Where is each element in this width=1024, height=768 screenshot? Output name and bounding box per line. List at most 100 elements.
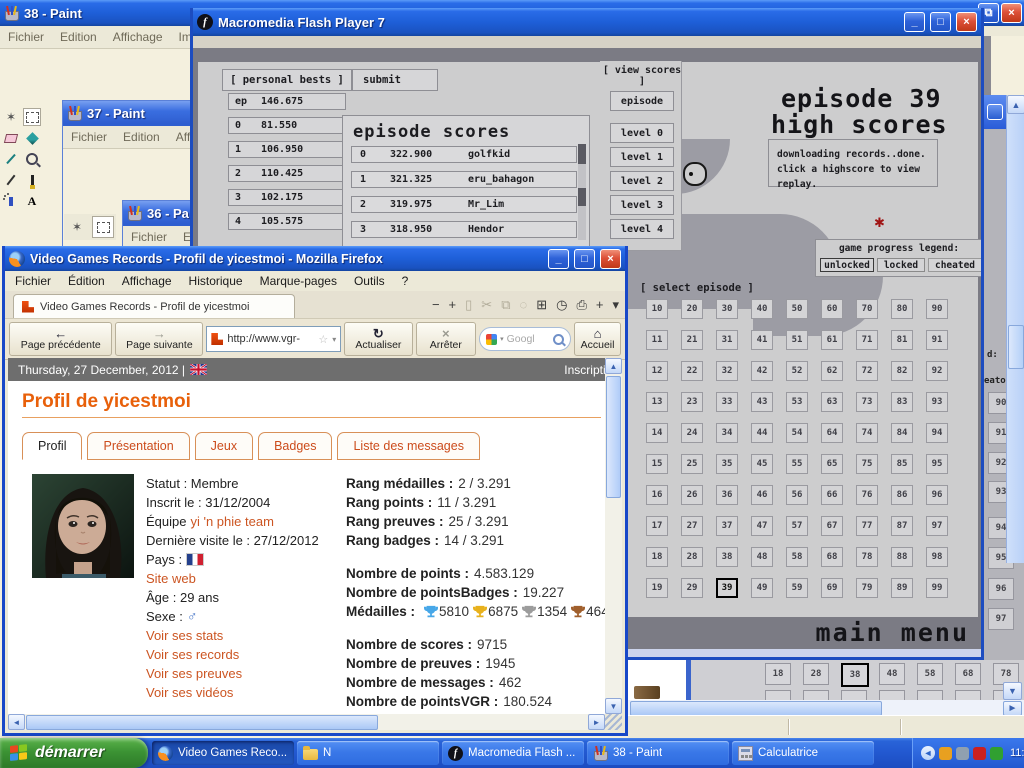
episode-button[interactable]: 68 xyxy=(955,663,981,685)
forward-button[interactable]: → Page suivante xyxy=(115,322,203,356)
episode-button[interactable]: 34 xyxy=(716,423,738,443)
episode-button[interactable]: 96 xyxy=(926,485,948,505)
scroll-down-icon[interactable]: ▼ xyxy=(1003,682,1022,700)
episode-button[interactable]: 38 xyxy=(841,663,869,687)
episode-button[interactable]: 26 xyxy=(681,485,703,505)
episode-button[interactable]: 86 xyxy=(891,485,913,505)
resize-grip[interactable] xyxy=(605,714,622,730)
menu-item[interactable]: ? xyxy=(402,274,409,288)
stop-button[interactable]: × Arrêter xyxy=(416,322,477,356)
taskbar-item-paint[interactable]: 38 - Paint xyxy=(587,741,729,765)
tray-icon[interactable] xyxy=(973,747,986,760)
menu-item[interactable]: Fichier xyxy=(8,30,44,44)
brush-icon[interactable] xyxy=(23,171,41,189)
episode-button[interactable]: 50 xyxy=(786,299,808,319)
menu-item[interactable]: Fichier xyxy=(71,130,107,144)
episode-button[interactable]: 80 xyxy=(891,299,913,319)
episode-button[interactable]: 20 xyxy=(681,299,703,319)
episode-button[interactable]: 39 xyxy=(716,578,738,598)
episode-button[interactable]: 38 xyxy=(716,547,738,567)
highscore-row[interactable]: 0322.900golfkid xyxy=(351,146,577,163)
url-bar[interactable]: http://www.vgr- ☆ ▾ xyxy=(206,326,341,352)
episode-button[interactable]: 59 xyxy=(786,578,808,598)
episode-button[interactable]: 97 xyxy=(988,608,1014,630)
bookmark-star-icon[interactable]: ☆ xyxy=(318,333,328,346)
highscore-row[interactable]: 3318.950Hendor xyxy=(351,221,577,238)
episode-button[interactable]: 45 xyxy=(751,454,773,474)
episode-button[interactable]: 44 xyxy=(751,423,773,443)
episode-button[interactable]: 81 xyxy=(891,330,913,350)
taskbar-item-flash[interactable]: fMacromedia Flash ... xyxy=(442,741,584,765)
episode-button[interactable]: 17 xyxy=(646,516,668,536)
episode-button[interactable]: 11 xyxy=(646,330,668,350)
episode-button[interactable]: 25 xyxy=(681,454,703,474)
episode-button[interactable]: 28 xyxy=(803,663,829,685)
taskbar-item-firefox[interactable]: Video Games Reco... xyxy=(152,741,294,765)
maximize-button[interactable]: □ xyxy=(930,12,951,32)
episode-button[interactable]: 93 xyxy=(926,392,948,412)
menu-item[interactable]: Edition xyxy=(60,30,97,44)
episode-button[interactable]: 97 xyxy=(926,516,948,536)
episode-button[interactable]: 41 xyxy=(751,330,773,350)
episode-button[interactable]: 30 xyxy=(716,299,738,319)
eraser-icon[interactable] xyxy=(2,129,20,147)
episode-button[interactable]: 62 xyxy=(821,361,843,381)
tray-icon[interactable] xyxy=(956,747,969,760)
tab-profil[interactable]: Profil xyxy=(22,432,82,460)
taskbar-item-calculator[interactable]: Calculatrice xyxy=(732,741,874,765)
view-scores-button[interactable]: level 0 xyxy=(610,123,674,143)
search-engine-dropdown-icon[interactable]: ▾ xyxy=(500,335,504,343)
episode-button[interactable]: 78 xyxy=(856,547,878,567)
horizontal-scrollbar[interactable]: ► xyxy=(628,700,1024,715)
episode-button[interactable]: 82 xyxy=(891,361,913,381)
print-icon[interactable]: ⎙ xyxy=(576,297,586,313)
view-scores-button[interactable]: level 3 xyxy=(610,195,674,215)
episode-button[interactable]: 55 xyxy=(786,454,808,474)
profile-link[interactable]: yi 'n phie team xyxy=(190,512,273,531)
episode-button[interactable]: 48 xyxy=(879,663,905,685)
episode-button[interactable]: 16 xyxy=(646,485,668,505)
browser-tab[interactable]: Video Games Records - Profil de yicestmo… xyxy=(13,294,295,318)
episode-button[interactable]: 31 xyxy=(716,330,738,350)
episode-button[interactable]: 43 xyxy=(751,392,773,412)
episode-button[interactable]: 89 xyxy=(891,578,913,598)
tray-icon[interactable] xyxy=(939,747,952,760)
menu-item[interactable]: Affichage xyxy=(122,274,172,288)
menu-item[interactable]: Édition xyxy=(68,274,105,288)
episode-button[interactable]: 75 xyxy=(856,454,878,474)
uk-flag-icon[interactable] xyxy=(190,364,207,375)
episode-button[interactable]: 54 xyxy=(786,423,808,443)
add-icon[interactable]: + xyxy=(596,297,604,312)
scrollbar-thumb[interactable] xyxy=(1008,325,1024,369)
submit-button[interactable]: submit xyxy=(352,69,438,91)
episode-button[interactable]: 91 xyxy=(926,330,948,350)
profile-link[interactable]: Voir ses stats xyxy=(146,626,223,645)
episode-button[interactable]: 67 xyxy=(821,516,843,536)
episode-button[interactable]: 22 xyxy=(681,361,703,381)
menu-item[interactable]: Marque-pages xyxy=(260,274,337,288)
episode-button[interactable]: 23 xyxy=(681,392,703,412)
search-icon[interactable] xyxy=(553,334,564,345)
episode-button[interactable]: 66 xyxy=(821,485,843,505)
zoom-icon[interactable] xyxy=(23,150,41,168)
taskbar-item-folder[interactable]: N xyxy=(297,741,439,765)
episode-button[interactable]: 79 xyxy=(856,578,878,598)
episode-button[interactable]: 98 xyxy=(926,547,948,567)
scrollbar[interactable]: ▲ xyxy=(1006,95,1024,563)
episode-button[interactable]: 18 xyxy=(765,663,791,685)
episode-button[interactable]: 87 xyxy=(891,516,913,536)
episode-button[interactable]: 90 xyxy=(926,299,948,319)
menu-item[interactable]: Fichier xyxy=(131,230,167,244)
spray-icon[interactable] xyxy=(2,192,20,210)
episode-button[interactable]: 61 xyxy=(821,330,843,350)
profile-link[interactable]: Voir ses records xyxy=(146,645,239,664)
episode-button[interactable]: 24 xyxy=(681,423,703,443)
window-button-fragment[interactable] xyxy=(987,104,1003,120)
scroll-left-icon[interactable]: ◄ xyxy=(8,714,25,730)
scores-scrollbar[interactable] xyxy=(578,144,586,240)
fill-icon[interactable] xyxy=(23,129,41,147)
url-dropdown-icon[interactable]: ▾ xyxy=(332,335,336,344)
episode-button[interactable]: 27 xyxy=(681,516,703,536)
back-button[interactable]: ← Page précédente xyxy=(9,322,112,356)
pencil-icon[interactable] xyxy=(2,171,20,189)
